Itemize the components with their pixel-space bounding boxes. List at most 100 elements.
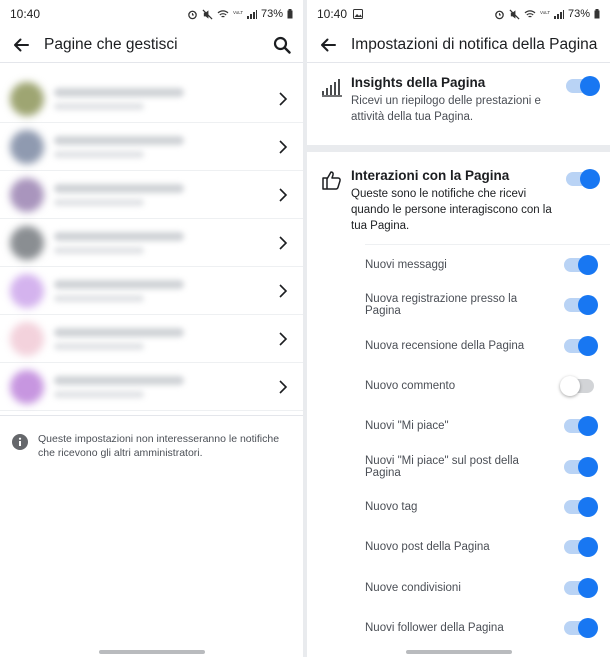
notification-setting-label: Nuova registrazione presso la Pagina xyxy=(365,293,518,318)
notification-setting-toggle[interactable] xyxy=(564,496,598,517)
page-title: Pagine che gestisci xyxy=(44,36,178,53)
notification-setting-row: Nuova registrazione presso la Pagina xyxy=(365,285,610,325)
alarm-icon xyxy=(188,10,197,19)
page-name-redacted xyxy=(54,183,273,206)
notification-setting-row: Nuovo tag xyxy=(365,487,610,527)
page-name-redacted xyxy=(54,279,273,302)
status-bar: 10:40 VoLTE 73% xyxy=(307,0,610,28)
interaction-notification-list: Nuovi messaggi Nuova registrazione presso… xyxy=(365,244,610,648)
page-name-redacted xyxy=(54,135,273,158)
page-avatar xyxy=(10,273,44,308)
arrow-left-icon xyxy=(321,38,336,52)
info-icon xyxy=(12,434,28,450)
notification-setting-row: Nuovi "Mi piace" xyxy=(365,406,610,446)
interactions-title: Interazioni con la Pagina xyxy=(351,168,510,183)
page-row[interactable] xyxy=(0,363,303,411)
app-bar: Impostazioni di notifica della Pagina xyxy=(307,28,610,63)
wifi-icon xyxy=(524,9,536,17)
pages-screen: 10:40 VoLTE 73% Pagine che gestisci Ques… xyxy=(0,0,303,657)
notification-setting-label: Nuovi messaggi xyxy=(365,259,447,272)
notification-setting-row: Nuovi "Mi piace" sul post della Pagina xyxy=(365,446,610,486)
back-button[interactable] xyxy=(8,32,34,58)
search-button[interactable] xyxy=(269,32,295,58)
page-row[interactable] xyxy=(0,315,303,363)
notification-setting-toggle[interactable] xyxy=(564,335,598,356)
notification-setting-toggle[interactable] xyxy=(564,255,598,276)
page-avatar xyxy=(10,321,44,356)
notification-setting-toggle[interactable] xyxy=(564,617,598,638)
notification-setting-label: Nuovi "Mi piace" sul post della Pagina xyxy=(365,454,519,479)
page-row[interactable] xyxy=(0,75,303,123)
page-avatar xyxy=(10,369,44,404)
thumbs-up-icon xyxy=(322,171,341,190)
notification-setting-label: Nuovo post della Pagina xyxy=(365,541,490,554)
page-row[interactable] xyxy=(0,267,303,315)
notification-setting-row: Nuovo commento xyxy=(365,366,610,406)
chevron-right-icon xyxy=(273,329,293,349)
page-row[interactable] xyxy=(0,123,303,171)
wifi-icon xyxy=(217,9,229,17)
info-notice: Queste impostazioni non interesseranno l… xyxy=(0,415,303,476)
chevron-right-icon xyxy=(273,233,293,253)
volte-icon: VoLTE xyxy=(233,10,243,15)
notification-setting-toggle[interactable] xyxy=(564,416,598,437)
status-time: 10:40 xyxy=(317,7,348,21)
page-avatar xyxy=(10,177,44,212)
home-indicator[interactable] xyxy=(405,650,512,654)
page-avatar xyxy=(10,225,44,260)
chevron-right-icon xyxy=(273,185,293,205)
status-bar: 10:40 VoLTE 73% xyxy=(0,0,303,28)
insights-title: Insights della Pagina xyxy=(351,75,486,90)
page-title: Impostazioni di notifica della Pagina xyxy=(351,36,598,53)
notification-setting-label: Nuove condivisioni xyxy=(365,581,461,594)
bar-chart-icon xyxy=(322,79,342,97)
notification-setting-row: Nuovo post della Pagina xyxy=(365,527,610,567)
notification-setting-row: Nuova recensione della Pagina xyxy=(365,326,610,366)
svg-text:VoLTE: VoLTE xyxy=(540,10,550,15)
insights-section: Insights della Pagina Ricevi un riepilog… xyxy=(307,63,610,139)
notification-setting-label: Nuova recensione della Pagina xyxy=(365,339,525,352)
notification-setting-toggle[interactable] xyxy=(560,376,594,397)
image-notification-icon xyxy=(353,9,364,19)
battery-icon xyxy=(594,9,600,19)
page-avatar xyxy=(10,81,44,116)
signal-icon xyxy=(553,10,564,19)
battery-percent: 73% xyxy=(567,8,590,20)
volte-icon: VoLTE xyxy=(540,10,550,15)
search-icon xyxy=(273,36,291,54)
notification-setting-label: Nuovi follower della Pagina xyxy=(365,621,504,634)
page-name-redacted xyxy=(54,231,273,254)
notification-setting-toggle[interactable] xyxy=(564,577,598,598)
insights-description: Ricevi un riepilogo delle prestazioni e … xyxy=(351,95,541,123)
mute-icon xyxy=(202,8,213,20)
notification-setting-toggle[interactable] xyxy=(564,537,598,558)
notification-setting-row: Nuovi follower della Pagina xyxy=(365,608,610,648)
chevron-right-icon xyxy=(273,89,293,109)
chevron-right-icon xyxy=(273,137,293,157)
notification-setting-toggle[interactable] xyxy=(564,456,598,477)
notification-setting-label: Nuovo tag xyxy=(365,500,418,513)
signal-icon xyxy=(246,10,257,19)
page-name-redacted xyxy=(54,87,273,110)
interactions-description: Queste sono le notifiche che ricevi quan… xyxy=(351,188,552,232)
status-time: 10:40 xyxy=(10,7,41,21)
notification-setting-toggle[interactable] xyxy=(564,295,598,316)
section-divider xyxy=(307,145,610,152)
notification-setting-label: Nuovo commento xyxy=(365,380,456,393)
interactions-section: Interazioni con la Pagina Queste sono le… xyxy=(307,158,610,657)
home-indicator[interactable] xyxy=(98,650,205,654)
status-left: 10:40 xyxy=(317,7,364,21)
page-name-redacted xyxy=(54,327,273,350)
page-row[interactable] xyxy=(0,219,303,267)
notification-setting-row: Nuovi messaggi xyxy=(365,245,610,285)
back-button[interactable] xyxy=(315,32,341,58)
battery-icon xyxy=(287,9,293,19)
svg-text:VoLTE: VoLTE xyxy=(233,10,243,15)
notification-settings-screen: 10:40 VoLTE 73% Impostazioni di notifica… xyxy=(307,0,610,657)
mute-icon xyxy=(509,8,520,20)
chevron-right-icon xyxy=(273,377,293,397)
interactions-toggle[interactable] xyxy=(566,169,600,189)
insights-toggle[interactable] xyxy=(566,76,600,96)
page-row[interactable] xyxy=(0,171,303,219)
page-avatar xyxy=(10,129,44,164)
